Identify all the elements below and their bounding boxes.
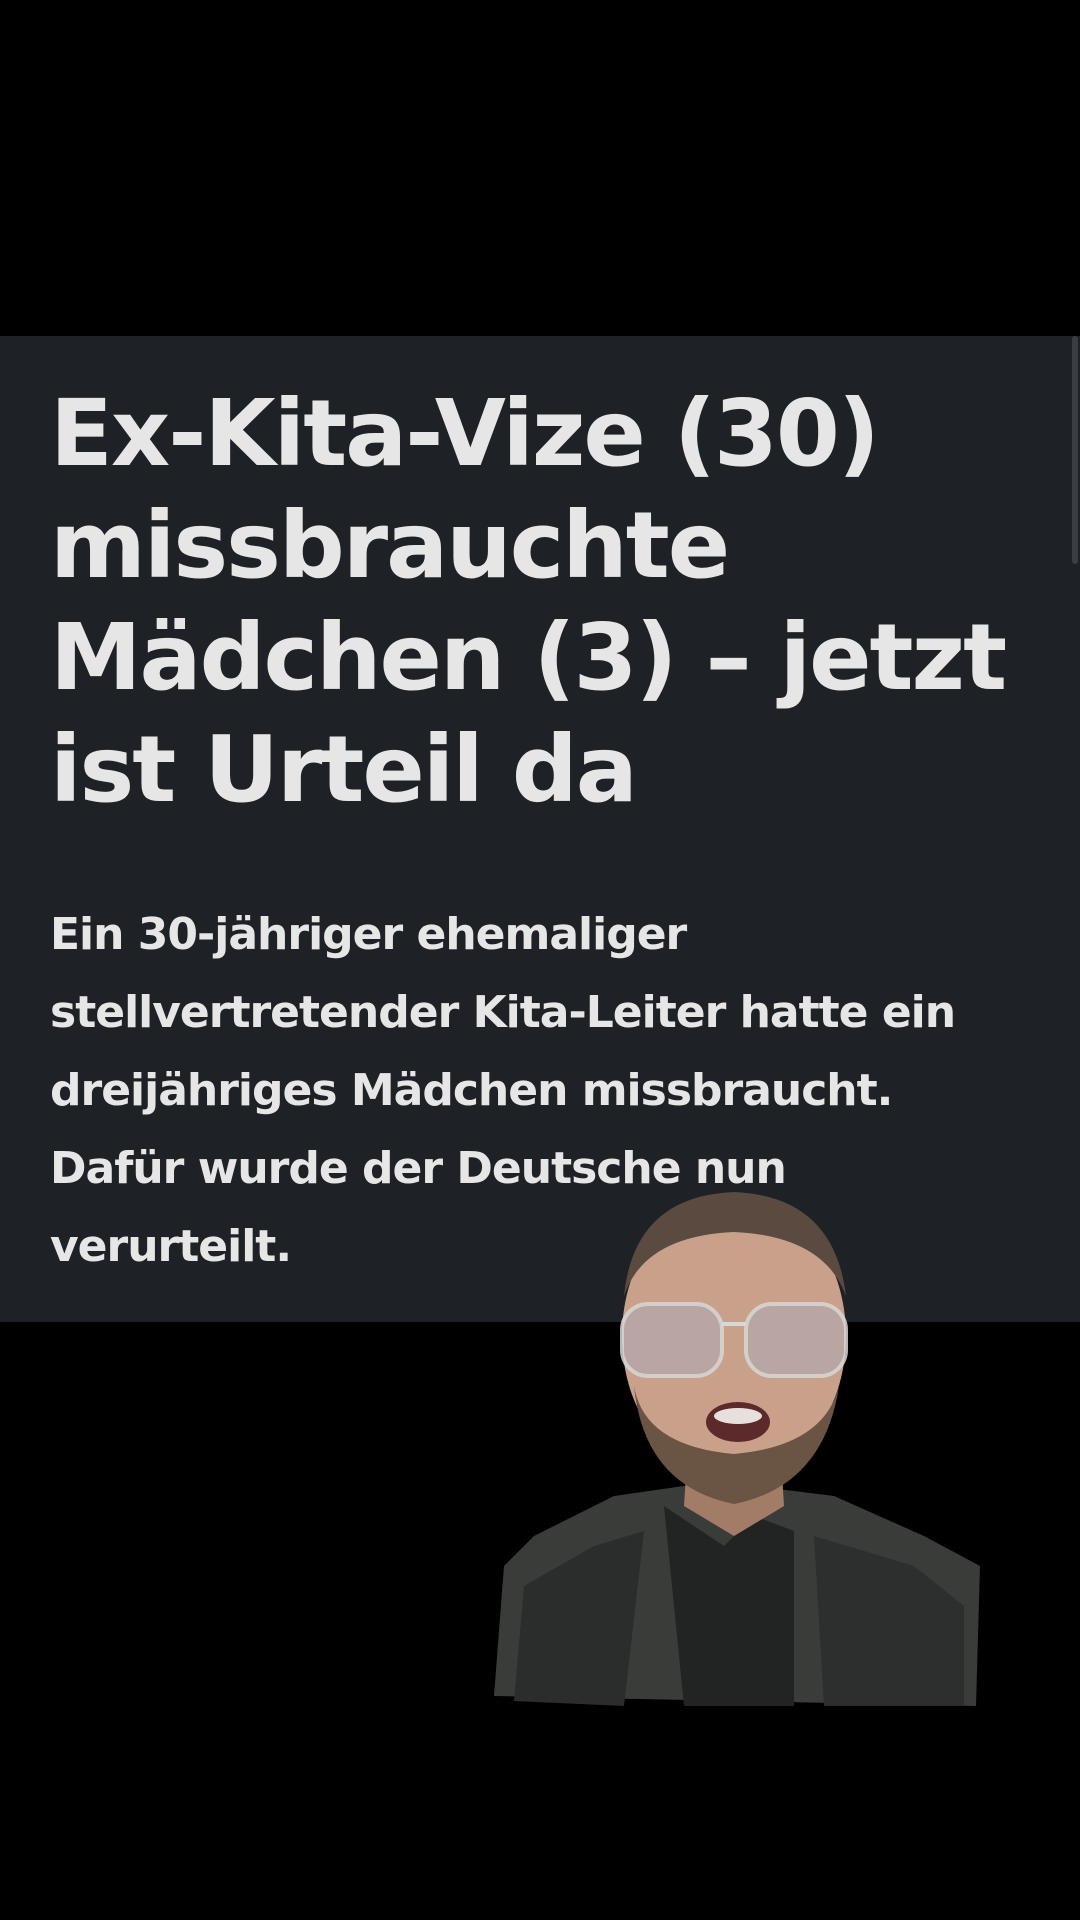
top-black-bar (0, 0, 1080, 336)
presenter-cutout (494, 1192, 980, 1706)
scrollbar-thumb[interactable] (1072, 336, 1078, 564)
article-headline: Ex-Kita-Vize (30) missbrauchte Mädchen (… (50, 380, 1007, 823)
scrollbar[interactable] (1068, 336, 1080, 1322)
article-screenshot: Ex-Kita-Vize (30) missbrauchte Mädchen (… (0, 336, 1080, 1322)
